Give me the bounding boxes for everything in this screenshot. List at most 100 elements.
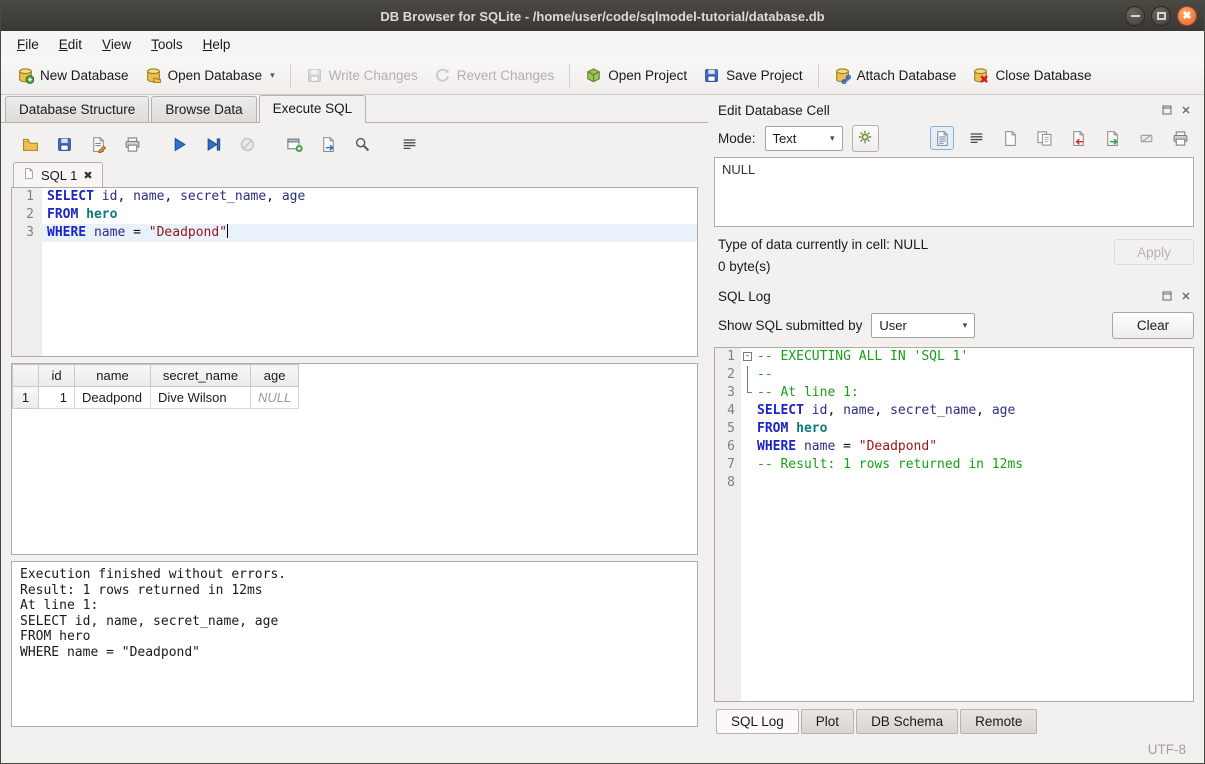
maximize-button[interactable] (1151, 6, 1171, 26)
table-cell[interactable]: NULL (251, 387, 299, 409)
toolbar-button-label: Attach Database (857, 68, 957, 83)
float-panel-icon[interactable] (1160, 290, 1173, 303)
menu-edit[interactable]: Edit (49, 33, 92, 56)
save-sql-as-icon[interactable] (87, 133, 110, 156)
find-replace-icon[interactable] (351, 133, 374, 156)
text-mode-icon[interactable] (930, 126, 954, 150)
sql-log-header: SQL Log (714, 285, 1194, 307)
minimize-button[interactable] (1125, 6, 1145, 26)
open-file-icon[interactable] (998, 126, 1022, 150)
column-header-age[interactable]: age (251, 365, 299, 387)
code-token: WHERE (47, 225, 86, 240)
table-cell[interactable]: Dive Wilson (151, 387, 251, 409)
fold-line (747, 366, 748, 384)
open-database-icon (145, 67, 162, 84)
gear-button[interactable] (852, 125, 879, 152)
fold-marker (741, 384, 755, 402)
word-wrap-icon[interactable] (398, 133, 421, 156)
new-database-button[interactable]: New Database (9, 62, 137, 89)
code-token: -- At line 1: (757, 385, 859, 400)
log-line: 7-- Result: 1 rows returned in 12ms (715, 456, 1193, 474)
text-cursor (227, 224, 228, 238)
statusbar: UTF-8 (1, 735, 1204, 763)
code-token: = (835, 439, 858, 454)
attach-database-button[interactable]: Attach Database (826, 62, 965, 89)
mode-select[interactable]: Text ▾ (765, 126, 843, 151)
fold-marker[interactable]: - (741, 348, 755, 366)
row-header-cell[interactable]: 1 (13, 387, 39, 409)
code-token: name (843, 403, 874, 418)
close-panel-icon[interactable] (1179, 104, 1192, 117)
import-icon[interactable] (1066, 126, 1090, 150)
cell-editor[interactable]: NULL (714, 157, 1194, 227)
execute-all-icon[interactable] (168, 133, 191, 156)
left-panel: Database StructureBrowse DataExecute SQL… (1, 95, 708, 735)
window-controls: ✖ (1125, 6, 1197, 26)
fold-line-end (747, 384, 752, 393)
sql-tab-bar: SQL 1 ✖ (11, 161, 698, 187)
code-token: FROM (47, 207, 78, 222)
apply-button[interactable]: Apply (1114, 239, 1194, 265)
open-database-button[interactable]: Open Database▾ (137, 62, 283, 89)
dock-tab-remote[interactable]: Remote (960, 709, 1037, 734)
execute-current-line-icon[interactable] (202, 133, 225, 156)
toolbar-separator (818, 64, 819, 88)
column-header-id[interactable]: id (39, 365, 75, 387)
menu-view[interactable]: View (92, 33, 141, 56)
sql-editor[interactable]: 1SELECT id, name, secret_name, age2FROM … (11, 187, 698, 357)
dock-tab-plot[interactable]: Plot (801, 709, 854, 734)
toolbar-button-label: Close Database (995, 68, 1091, 83)
editor-line: 1SELECT id, name, secret_name, age (12, 188, 697, 206)
float-panel-icon[interactable] (1160, 104, 1173, 117)
export-icon[interactable] (1100, 126, 1124, 150)
menu-tools[interactable]: Tools (141, 33, 193, 56)
dock-tab-db-schema[interactable]: DB Schema (856, 709, 958, 734)
results-header-row: idnamesecret_nameage (13, 365, 299, 387)
dropdown-caret-icon[interactable]: ▾ (270, 70, 275, 81)
clear-button[interactable]: Clear (1112, 312, 1194, 339)
fold-marker (741, 402, 755, 420)
close-panel-icon[interactable] (1179, 290, 1192, 303)
code-token: name (94, 225, 125, 240)
sql-tab[interactable]: SQL 1 ✖ (13, 162, 103, 187)
editor-line-text[interactable]: FROM hero (42, 206, 697, 224)
new-tab-icon[interactable] (283, 133, 306, 156)
column-header-secret-name[interactable]: secret_name (151, 365, 251, 387)
print-icon[interactable] (121, 133, 144, 156)
close-button[interactable]: ✖ (1177, 6, 1197, 26)
save-sql-file-icon[interactable] (53, 133, 76, 156)
log-line-text: FROM hero (755, 420, 1193, 438)
dock-tab-sql-log[interactable]: SQL Log (716, 709, 799, 734)
cell-info: Type of data currently in cell: NULL 0 b… (714, 229, 1194, 285)
log-line: 3-- At line 1: (715, 384, 1193, 402)
open-sql-file-icon[interactable] (19, 133, 42, 156)
log-filter-select[interactable]: User ▾ (871, 313, 975, 338)
code-token: SELECT (757, 403, 804, 418)
collapse-icon[interactable]: - (743, 352, 752, 361)
close-database-button[interactable]: Close Database (964, 62, 1099, 89)
corner-header-cell[interactable] (13, 365, 39, 387)
tab-execute-sql[interactable]: Execute SQL (259, 95, 367, 123)
editor-line: 2FROM hero (12, 206, 697, 224)
export-results-icon[interactable] (317, 133, 340, 156)
save-project-button[interactable]: Save Project (695, 62, 811, 89)
print-icon[interactable] (1168, 126, 1192, 150)
column-header-name[interactable]: name (75, 365, 151, 387)
code-token: id (102, 189, 118, 204)
copy-icon[interactable] (1032, 126, 1056, 150)
editor-line-text[interactable]: SELECT id, name, secret_name, age (42, 188, 697, 206)
tab-browse-data[interactable]: Browse Data (151, 96, 256, 122)
table-cell[interactable]: 1 (39, 387, 75, 409)
open-project-button[interactable]: Open Project (577, 62, 695, 89)
encoding-indicator: UTF-8 (1148, 742, 1186, 757)
set-null-icon[interactable] (1134, 126, 1158, 150)
editor-line-text[interactable]: WHERE name = "Deadpond" (42, 224, 697, 242)
menu-help[interactable]: Help (193, 33, 241, 56)
close-tab-icon[interactable]: ✖ (83, 169, 92, 182)
sql-log-view[interactable]: 1--- EXECUTING ALL IN 'SQL 1'2--3-- At l… (714, 347, 1194, 702)
write-changes-icon (306, 67, 323, 84)
menu-file[interactable]: File (7, 33, 49, 56)
table-cell[interactable]: Deadpond (75, 387, 151, 409)
word-wrap-icon[interactable] (964, 126, 988, 150)
tab-database-structure[interactable]: Database Structure (5, 96, 149, 122)
